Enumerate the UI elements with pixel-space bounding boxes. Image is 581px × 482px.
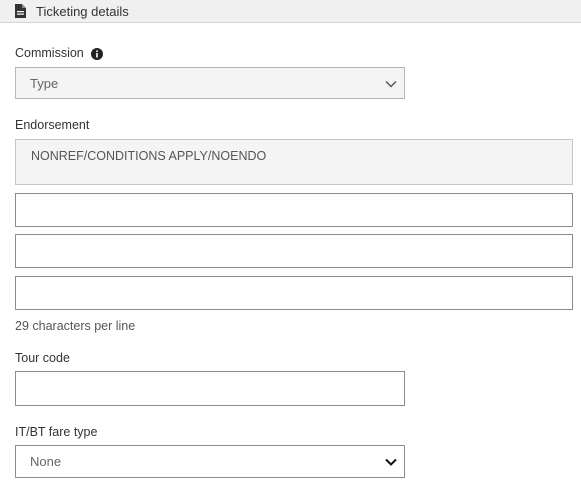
commission-label: Commission [15, 46, 84, 60]
commission-type-value: Type [30, 76, 59, 91]
section-title: Ticketing details [36, 4, 129, 19]
itbt-fare-type-label: IT/BT fare type [15, 425, 98, 439]
endorsement-line-2-input[interactable] [15, 234, 573, 268]
endorsement-line-3-input[interactable] [15, 276, 573, 310]
chevron-down-icon [385, 80, 397, 88]
endorsement-line-1-input[interactable] [15, 193, 573, 227]
endorsement-prefilled-field: NONREF/CONDITIONS APPLY/NOENDO [15, 139, 573, 185]
commission-type-select[interactable]: Type [15, 67, 405, 99]
ticketing-details-header: Ticketing details [0, 0, 581, 23]
chevron-down-icon [385, 458, 397, 466]
info-icon[interactable] [91, 48, 103, 60]
tour-code-input[interactable] [15, 371, 405, 406]
endorsement-label: Endorsement [15, 118, 90, 132]
tour-code-label: Tour code [15, 351, 70, 365]
document-icon [15, 4, 26, 18]
itbt-fare-type-value: None [30, 454, 62, 469]
itbt-fare-type-select[interactable]: None [15, 445, 405, 478]
endorsement-prefilled-value: NONREF/CONDITIONS APPLY/NOENDO [31, 149, 267, 163]
endorsement-helper-text: 29 characters per line [15, 319, 136, 333]
